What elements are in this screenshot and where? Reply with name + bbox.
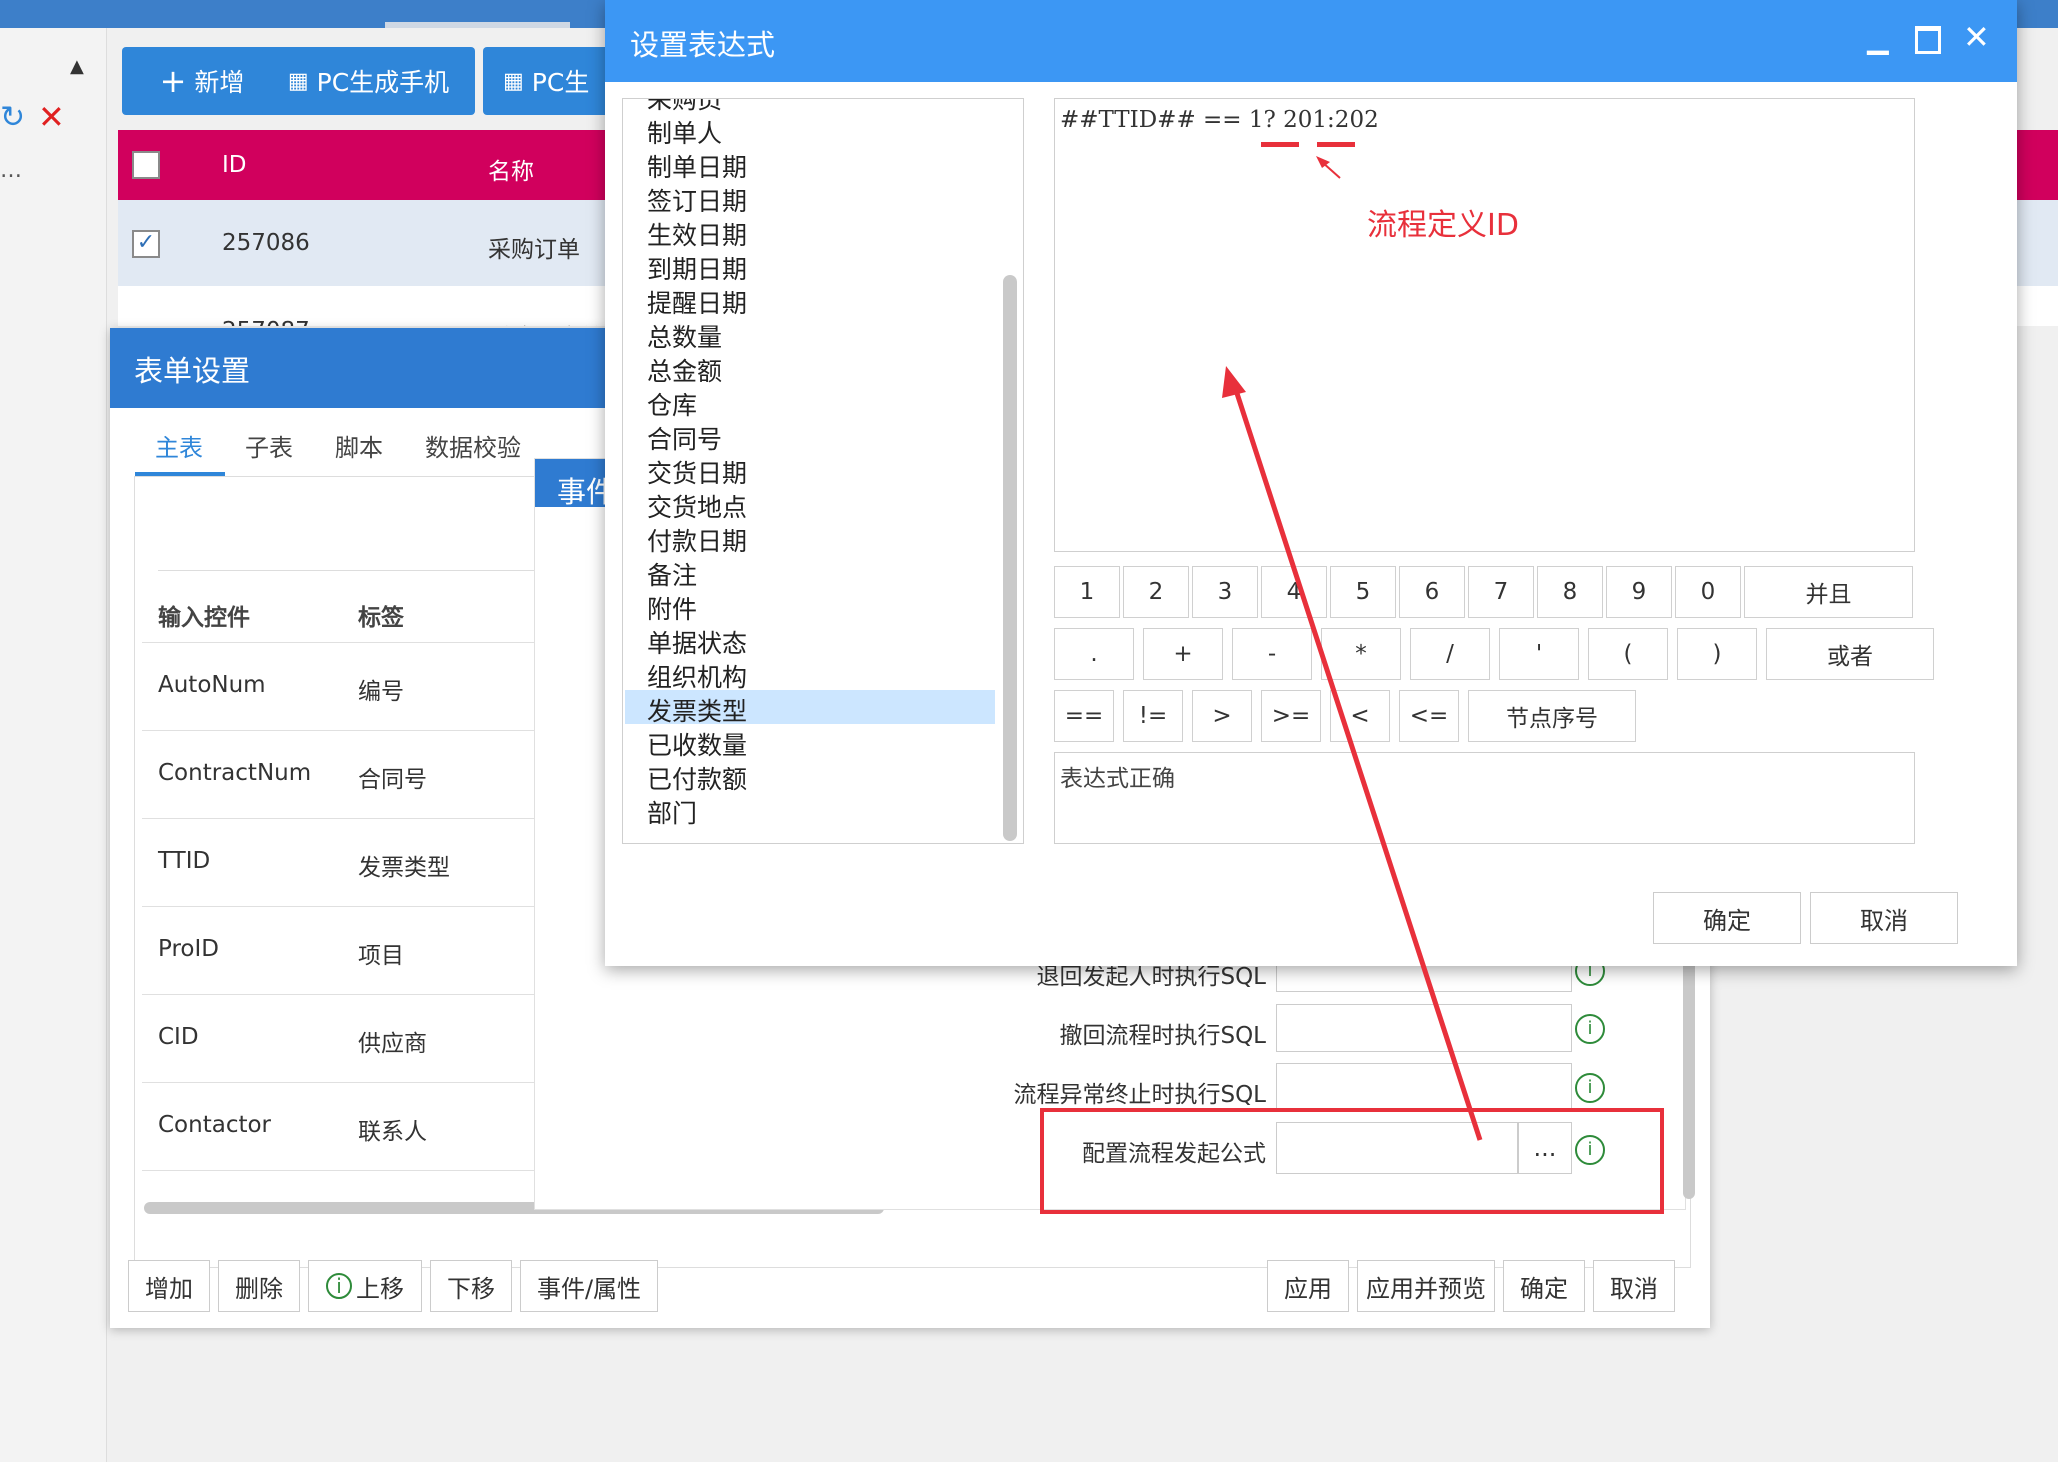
annotation-arrows — [1222, 156, 1483, 1141]
arrowhead-icon — [1222, 366, 1246, 398]
annotation-arrow — [1229, 377, 1483, 1141]
